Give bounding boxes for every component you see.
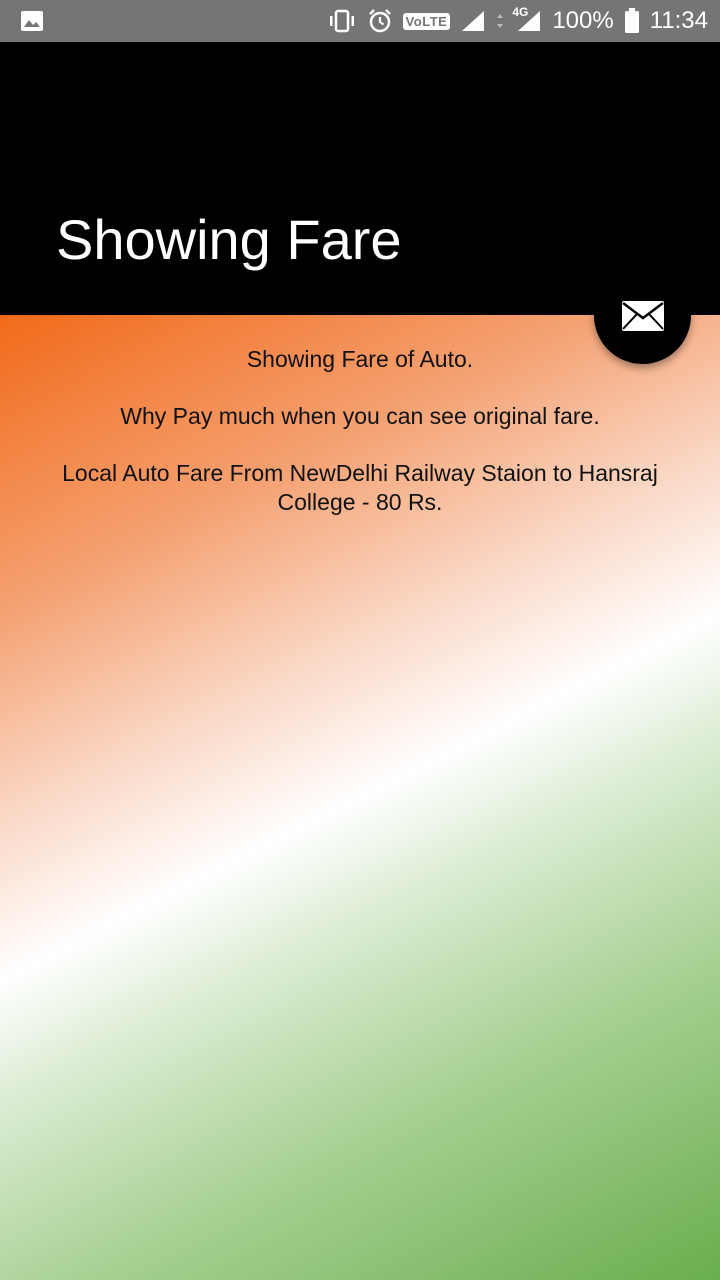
clock: 11:34 (649, 7, 708, 34)
volte-icon: VoLTE (402, 12, 451, 30)
signal-icon (460, 9, 486, 33)
network-type-label: 4G (512, 5, 529, 19)
battery-icon (624, 8, 640, 34)
status-icons: VoLTE 4G 100% 11:34 (327, 0, 708, 42)
fare-info: Showing Fare of Auto. Why Pay much when … (40, 345, 680, 545)
battery-percent: 100% (552, 7, 614, 34)
fare-detail-text: Local Auto Fare From NewDelhi Railway St… (62, 460, 658, 515)
app-bar: Showing Fare (0, 42, 720, 315)
signal-4g-icon: 4G (512, 5, 542, 33)
status-bar: VoLTE 4G 100% 11:34 (0, 0, 720, 42)
email-icon (621, 300, 665, 332)
email-fab-button[interactable] (594, 267, 691, 364)
content-area: Showing Fare of Auto. Why Pay much when … (0, 315, 720, 1280)
alarm-icon (367, 8, 393, 34)
fare-tagline-text: Why Pay much when you can see original f… (120, 403, 600, 429)
page-title: Showing Fare (56, 208, 402, 271)
vibrate-icon (327, 9, 357, 33)
image-icon (20, 9, 44, 33)
data-arrows-icon (496, 9, 504, 33)
fare-heading-text: Showing Fare of Auto. (246, 346, 474, 372)
